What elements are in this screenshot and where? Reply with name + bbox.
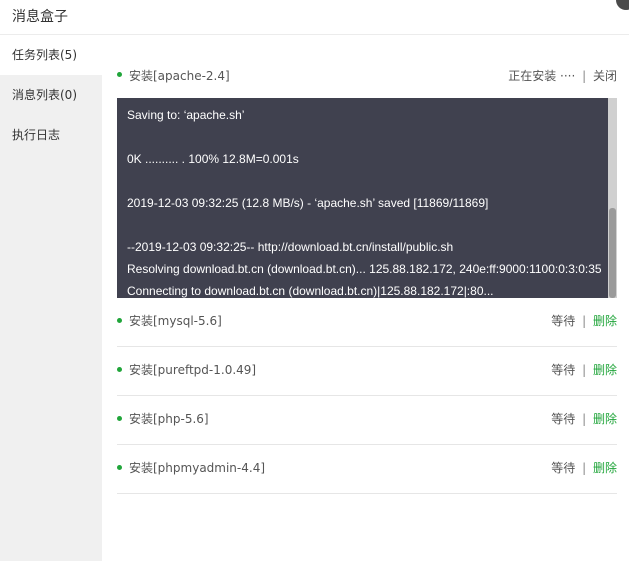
- task-actions: 等待 | 删除: [551, 410, 617, 427]
- task-row: 安装[pureftpd-1.0.49] 等待 | 删除: [117, 347, 617, 396]
- task-status: 等待: [551, 461, 576, 475]
- task-row: 安装[mysql-5.6] 等待 | 删除: [117, 298, 617, 347]
- separator: |: [582, 314, 587, 328]
- separator: |: [582, 412, 587, 426]
- task-row: 安装[phpmyadmin-4.4] 等待 | 删除: [117, 445, 617, 494]
- title-bar: 消息盒子: [0, 0, 629, 35]
- status-dot-icon: [117, 72, 122, 77]
- task-row-running: 安装[apache-2.4] 正在安装 ···· | 关闭: [117, 52, 617, 98]
- status-dot-icon: [117, 367, 122, 372]
- close-icon[interactable]: [616, 0, 629, 10]
- scrollbar-thumb[interactable]: [609, 208, 616, 298]
- task-status: 等待: [551, 314, 576, 328]
- log-line: 0K .......... . 100% 12.8M=0.001s: [127, 152, 299, 166]
- task-name: 安装[mysql-5.6]: [129, 314, 222, 328]
- sidebar-item-task-list[interactable]: 任务列表(5): [0, 35, 102, 75]
- sidebar-item-execution-log[interactable]: 执行日志: [0, 115, 102, 155]
- separator: |: [582, 69, 587, 83]
- delete-task-link[interactable]: 删除: [593, 314, 617, 328]
- task-name: 安装[php-5.6]: [129, 412, 209, 426]
- console-scrollbar[interactable]: [608, 98, 617, 298]
- status-dot-icon: [117, 416, 122, 421]
- delete-task-link[interactable]: 删除: [593, 363, 617, 377]
- task-name: 安装[pureftpd-1.0.49]: [129, 363, 257, 377]
- window-title: 消息盒子: [12, 9, 68, 25]
- task-status: 等待: [551, 412, 576, 426]
- separator: |: [582, 461, 587, 475]
- log-line: 2019-12-03 09:32:25 (12.8 MB/s) - ‘apach…: [127, 196, 489, 210]
- log-line: --2019-12-03 09:32:25-- http://download.…: [127, 240, 454, 254]
- install-log-console[interactable]: Saving to: ‘apache.sh’ 0K .......... . 1…: [117, 98, 617, 298]
- log-line: Connecting to download.bt.cn (download.b…: [127, 284, 494, 298]
- sidebar-item-message-list[interactable]: 消息列表(0): [0, 75, 102, 115]
- task-actions: 等待 | 删除: [551, 459, 617, 476]
- task-row: 安装[php-5.6] 等待 | 删除: [117, 396, 617, 445]
- task-name: 安装[phpmyadmin-4.4]: [129, 461, 266, 475]
- task-actions: 正在安装 ···· | 关闭: [508, 67, 617, 84]
- close-task-link[interactable]: 关闭: [593, 69, 617, 83]
- log-line: Saving to: ‘apache.sh’: [127, 108, 245, 122]
- task-status: 等待: [551, 363, 576, 377]
- task-list: 安装[apache-2.4] 正在安装 ···· | 关闭 Saving to:…: [117, 52, 617, 494]
- status-dot-icon: [117, 318, 122, 323]
- delete-task-link[interactable]: 删除: [593, 412, 617, 426]
- log-line: Resolving download.bt.cn (download.bt.cn…: [127, 262, 602, 276]
- separator: |: [582, 363, 587, 377]
- status-dot-icon: [117, 465, 122, 470]
- task-name: 安装[apache-2.4]: [129, 69, 230, 83]
- sidebar: 任务列表(5) 消息列表(0) 执行日志: [0, 35, 102, 561]
- task-actions: 等待 | 删除: [551, 312, 617, 329]
- delete-task-link[interactable]: 删除: [593, 461, 617, 475]
- task-actions: 等待 | 删除: [551, 361, 617, 378]
- task-status: 正在安装 ····: [508, 69, 576, 83]
